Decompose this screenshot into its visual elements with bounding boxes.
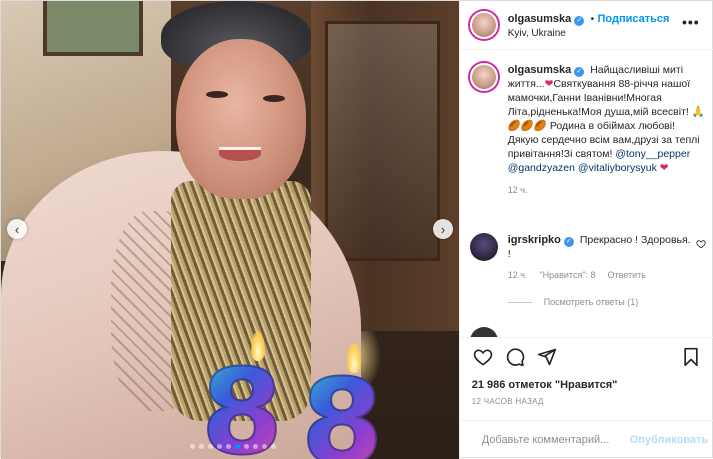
author-avatar[interactable] — [469, 11, 498, 39]
red-heart-icon: ❤ — [659, 162, 669, 174]
carousel-dot — [199, 444, 204, 449]
wall-picture — [43, 1, 143, 56]
header-separator: • — [590, 14, 595, 25]
comment-button[interactable] — [504, 346, 526, 368]
bookmark-icon — [684, 347, 698, 366]
right-eye — [263, 95, 285, 102]
mention-link[interactable]: @tony__pepper — [615, 148, 690, 160]
share-button[interactable] — [536, 346, 558, 368]
carousel-dot — [244, 444, 249, 449]
carousel-dot — [262, 444, 267, 449]
mention-link[interactable]: @vitaliyborysyuk — [578, 162, 657, 174]
post-actions — [459, 337, 713, 375]
commenter-avatar[interactable] — [469, 233, 498, 261]
verified-badge-icon: ✓ — [563, 237, 574, 247]
woman-smile — [219, 147, 261, 161]
verified-badge-icon: ✓ — [574, 67, 585, 77]
publish-button[interactable]: Опубликовать — [630, 434, 709, 446]
comment-bubble-icon — [506, 347, 524, 366]
left-eye — [206, 91, 228, 98]
comment-likes[interactable]: "Нравится": 8 — [539, 270, 595, 280]
carousel-dot — [226, 444, 231, 449]
header-info: olgasumska ✓ • Подписаться Kyiv, Ukraine — [508, 11, 670, 39]
caption-username[interactable]: olgasumska — [508, 64, 572, 76]
replies-line — [507, 301, 532, 303]
comment-meta: 12 ч. "Нравится": 8 Ответить — [508, 270, 694, 280]
carousel-dot — [217, 444, 222, 449]
next-photo-button[interactable]: › — [433, 219, 453, 239]
carousel-dot — [253, 444, 258, 449]
post-caption: olgasumska ✓ Найщасливіші миті життя...❤С… — [469, 63, 708, 195]
comment-item-partial — [469, 327, 708, 337]
comment-body: igrskripko ✓ Прекрасно ! Здоровья. ! 12 ч… — [508, 233, 708, 280]
mention-link[interactable]: @gandzyazen — [508, 162, 575, 174]
chevron-left-icon: ‹ — [14, 221, 20, 237]
save-button[interactable] — [680, 346, 702, 368]
author-username[interactable]: olgasumska — [508, 13, 572, 25]
caption-author-avatar[interactable] — [469, 63, 498, 91]
post-side-panel: olgasumska ✓ • Подписаться Kyiv, Ukraine … — [458, 1, 713, 459]
like-button[interactable] — [472, 346, 494, 368]
post-timestamp[interactable]: 12 ЧАСОВ НАЗАД — [472, 397, 544, 406]
prev-photo-button[interactable]: ‹ — [7, 219, 27, 239]
commenter-username[interactable]: igrskripko — [508, 234, 561, 246]
post-location[interactable]: Kyiv, Ukraine — [508, 28, 670, 39]
comment-text: igrskripko ✓ Прекрасно ! Здоровья. ! — [508, 233, 694, 261]
cabinet-glass — [325, 21, 440, 261]
likes-count[interactable]: 21 986 отметок "Нравится" — [472, 379, 618, 391]
caption-body: olgasumska ✓ Найщасливіші миті життя...❤С… — [508, 63, 708, 195]
heart-outline-icon — [473, 348, 492, 365]
carousel-dots — [190, 444, 276, 449]
chevron-right-icon: › — [440, 221, 446, 237]
instagram-post: 8 8 ‹ › olgasumska ✓ • Подписаться Kyiv,… — [0, 0, 713, 459]
post-header: olgasumska ✓ • Подписаться Kyiv, Ukraine … — [459, 1, 713, 50]
verified-badge-icon: ✓ — [574, 16, 585, 26]
paper-plane-icon — [537, 348, 556, 365]
more-options-icon[interactable]: ••• — [682, 14, 700, 30]
carousel-dot — [208, 444, 213, 449]
carousel-dot — [190, 444, 195, 449]
candle-number-2: 8 — [300, 362, 384, 459]
caption-time: 12 ч. — [507, 185, 528, 195]
comment-like-button[interactable] — [696, 239, 706, 252]
praying-hands-icon: 🙏 — [691, 106, 705, 118]
post-photo[interactable]: 8 8 ‹ › — [1, 1, 459, 459]
view-replies-button[interactable]: Посмотреть ответы (1) — [507, 297, 639, 307]
reply-button[interactable]: Ответить — [608, 270, 646, 280]
comment-item: igrskripko ✓ Прекрасно ! Здоровья. ! 12 ч… — [469, 233, 708, 280]
rugby-ball-icons: 🏉🏉🏉 — [507, 120, 547, 132]
comment-time: 12 ч. — [507, 270, 528, 280]
comment-input[interactable] — [481, 434, 624, 446]
caption-text: olgasumska ✓ Найщасливіші миті життя...❤С… — [508, 63, 708, 175]
view-replies-label: Посмотреть ответы (1) — [543, 297, 639, 307]
carousel-dot-active — [235, 444, 240, 449]
woman-face — [176, 39, 306, 199]
commenter-avatar[interactable] — [469, 327, 498, 337]
heart-outline-icon — [696, 240, 706, 249]
carousel-dot — [271, 444, 276, 449]
follow-button[interactable]: Подписаться — [598, 13, 670, 25]
add-comment-bar: Опубликовать — [459, 420, 713, 459]
